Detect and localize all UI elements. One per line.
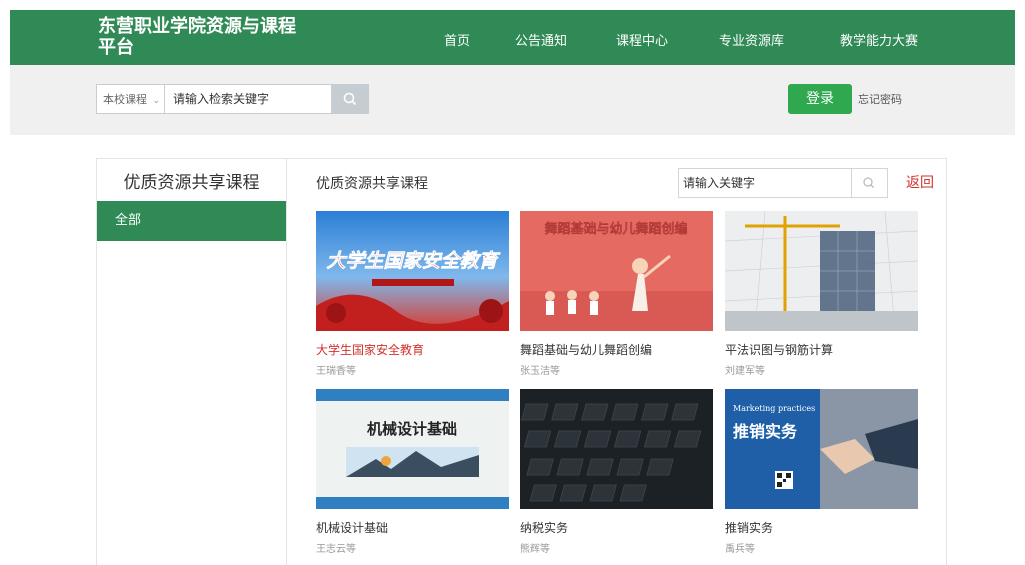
cover-title: 机械设计基础	[367, 420, 457, 438]
nav-teaching-contest[interactable]: 教学能力大赛	[840, 30, 918, 49]
course-name[interactable]: 平法识图与钢筋计算	[725, 341, 918, 358]
back-link[interactable]: 返回	[906, 172, 934, 192]
course-cover[interactable]: 机械设计基础	[316, 389, 509, 509]
course-name[interactable]: 推销实务	[725, 519, 918, 536]
course-name[interactable]: 机械设计基础	[316, 519, 509, 536]
course-cover[interactable]	[725, 211, 918, 331]
course-author: 熊辉等	[520, 544, 550, 555]
course-cover[interactable]: 舞蹈基础与幼儿舞蹈创编	[520, 211, 713, 331]
nav-notices[interactable]: 公告通知	[515, 30, 567, 49]
course-author: 王瑞香等	[316, 366, 356, 377]
login-button[interactable]: 登录	[788, 84, 852, 114]
nav-course-center[interactable]: 课程中心	[616, 30, 668, 49]
course-card[interactable]: 机械设计基础 机械设计基础 王志云等	[316, 389, 509, 555]
keyword-input[interactable]: 请输入关键字	[678, 168, 852, 198]
chevron-down-icon: ⌄	[152, 96, 161, 106]
search-icon	[343, 92, 357, 106]
course-name[interactable]: 纳税实务	[520, 519, 713, 536]
site-title[interactable]: 东营职业学院资源与课程平台	[98, 16, 298, 58]
course-card[interactable]: 大学生国家安全教育 大学生国家安全教育 王瑞香等	[316, 211, 509, 377]
search-input[interactable]: 请输入检索关键字	[164, 84, 332, 114]
search-button[interactable]	[332, 84, 369, 114]
forgot-password-link[interactable]: 忘记密码	[858, 91, 902, 107]
course-card[interactable]: 舞蹈基础与幼儿舞蹈创编 舞蹈基础与幼儿舞蹈创编 张玉洁等	[520, 211, 713, 377]
course-author: 张玉洁等	[520, 366, 560, 377]
course-name[interactable]: 大学生国家安全教育	[316, 341, 509, 358]
course-cover[interactable]	[520, 389, 713, 509]
cover-title: 推销实务	[733, 422, 798, 441]
course-card[interactable]: 纳税实务 熊辉等	[520, 389, 713, 555]
course-author: 禹兵等	[725, 544, 755, 555]
course-author: 刘建军等	[725, 366, 765, 377]
scope-label: 本校课程	[103, 93, 147, 106]
sidebar-item-all[interactable]: 全部	[97, 201, 286, 241]
scope-select[interactable]: 本校课程 ⌄	[96, 84, 164, 114]
nav-home[interactable]: 首页	[444, 30, 470, 49]
section-title: 优质资源共享课程	[316, 176, 428, 192]
search-icon	[863, 177, 874, 188]
top-header: 东营职业学院资源与课程平台 首页 公告通知 课程中心 专业资源库 教学能力大赛	[10, 10, 1015, 65]
nav-resource-library[interactable]: 专业资源库	[719, 30, 784, 49]
course-card[interactable]: 平法识图与钢筋计算 刘建军等	[725, 211, 918, 377]
keyword-search-button[interactable]	[852, 168, 888, 198]
cover-title: 舞蹈基础与幼儿舞蹈创编	[543, 221, 687, 237]
sidebar-title: 优质资源共享课程	[123, 173, 260, 193]
course-cover[interactable]: 大学生国家安全教育	[316, 211, 509, 331]
course-name[interactable]: 舞蹈基础与幼儿舞蹈创编	[520, 341, 713, 358]
course-author: 王志云等	[316, 544, 356, 555]
course-cover[interactable]: Marketing practices 推销实务	[725, 389, 918, 509]
cover-subtitle: Marketing practices	[733, 404, 815, 413]
cover-title: 大学生国家安全教育	[326, 250, 500, 272]
course-card[interactable]: Marketing practices 推销实务 推销实务 禹兵等	[725, 389, 918, 555]
